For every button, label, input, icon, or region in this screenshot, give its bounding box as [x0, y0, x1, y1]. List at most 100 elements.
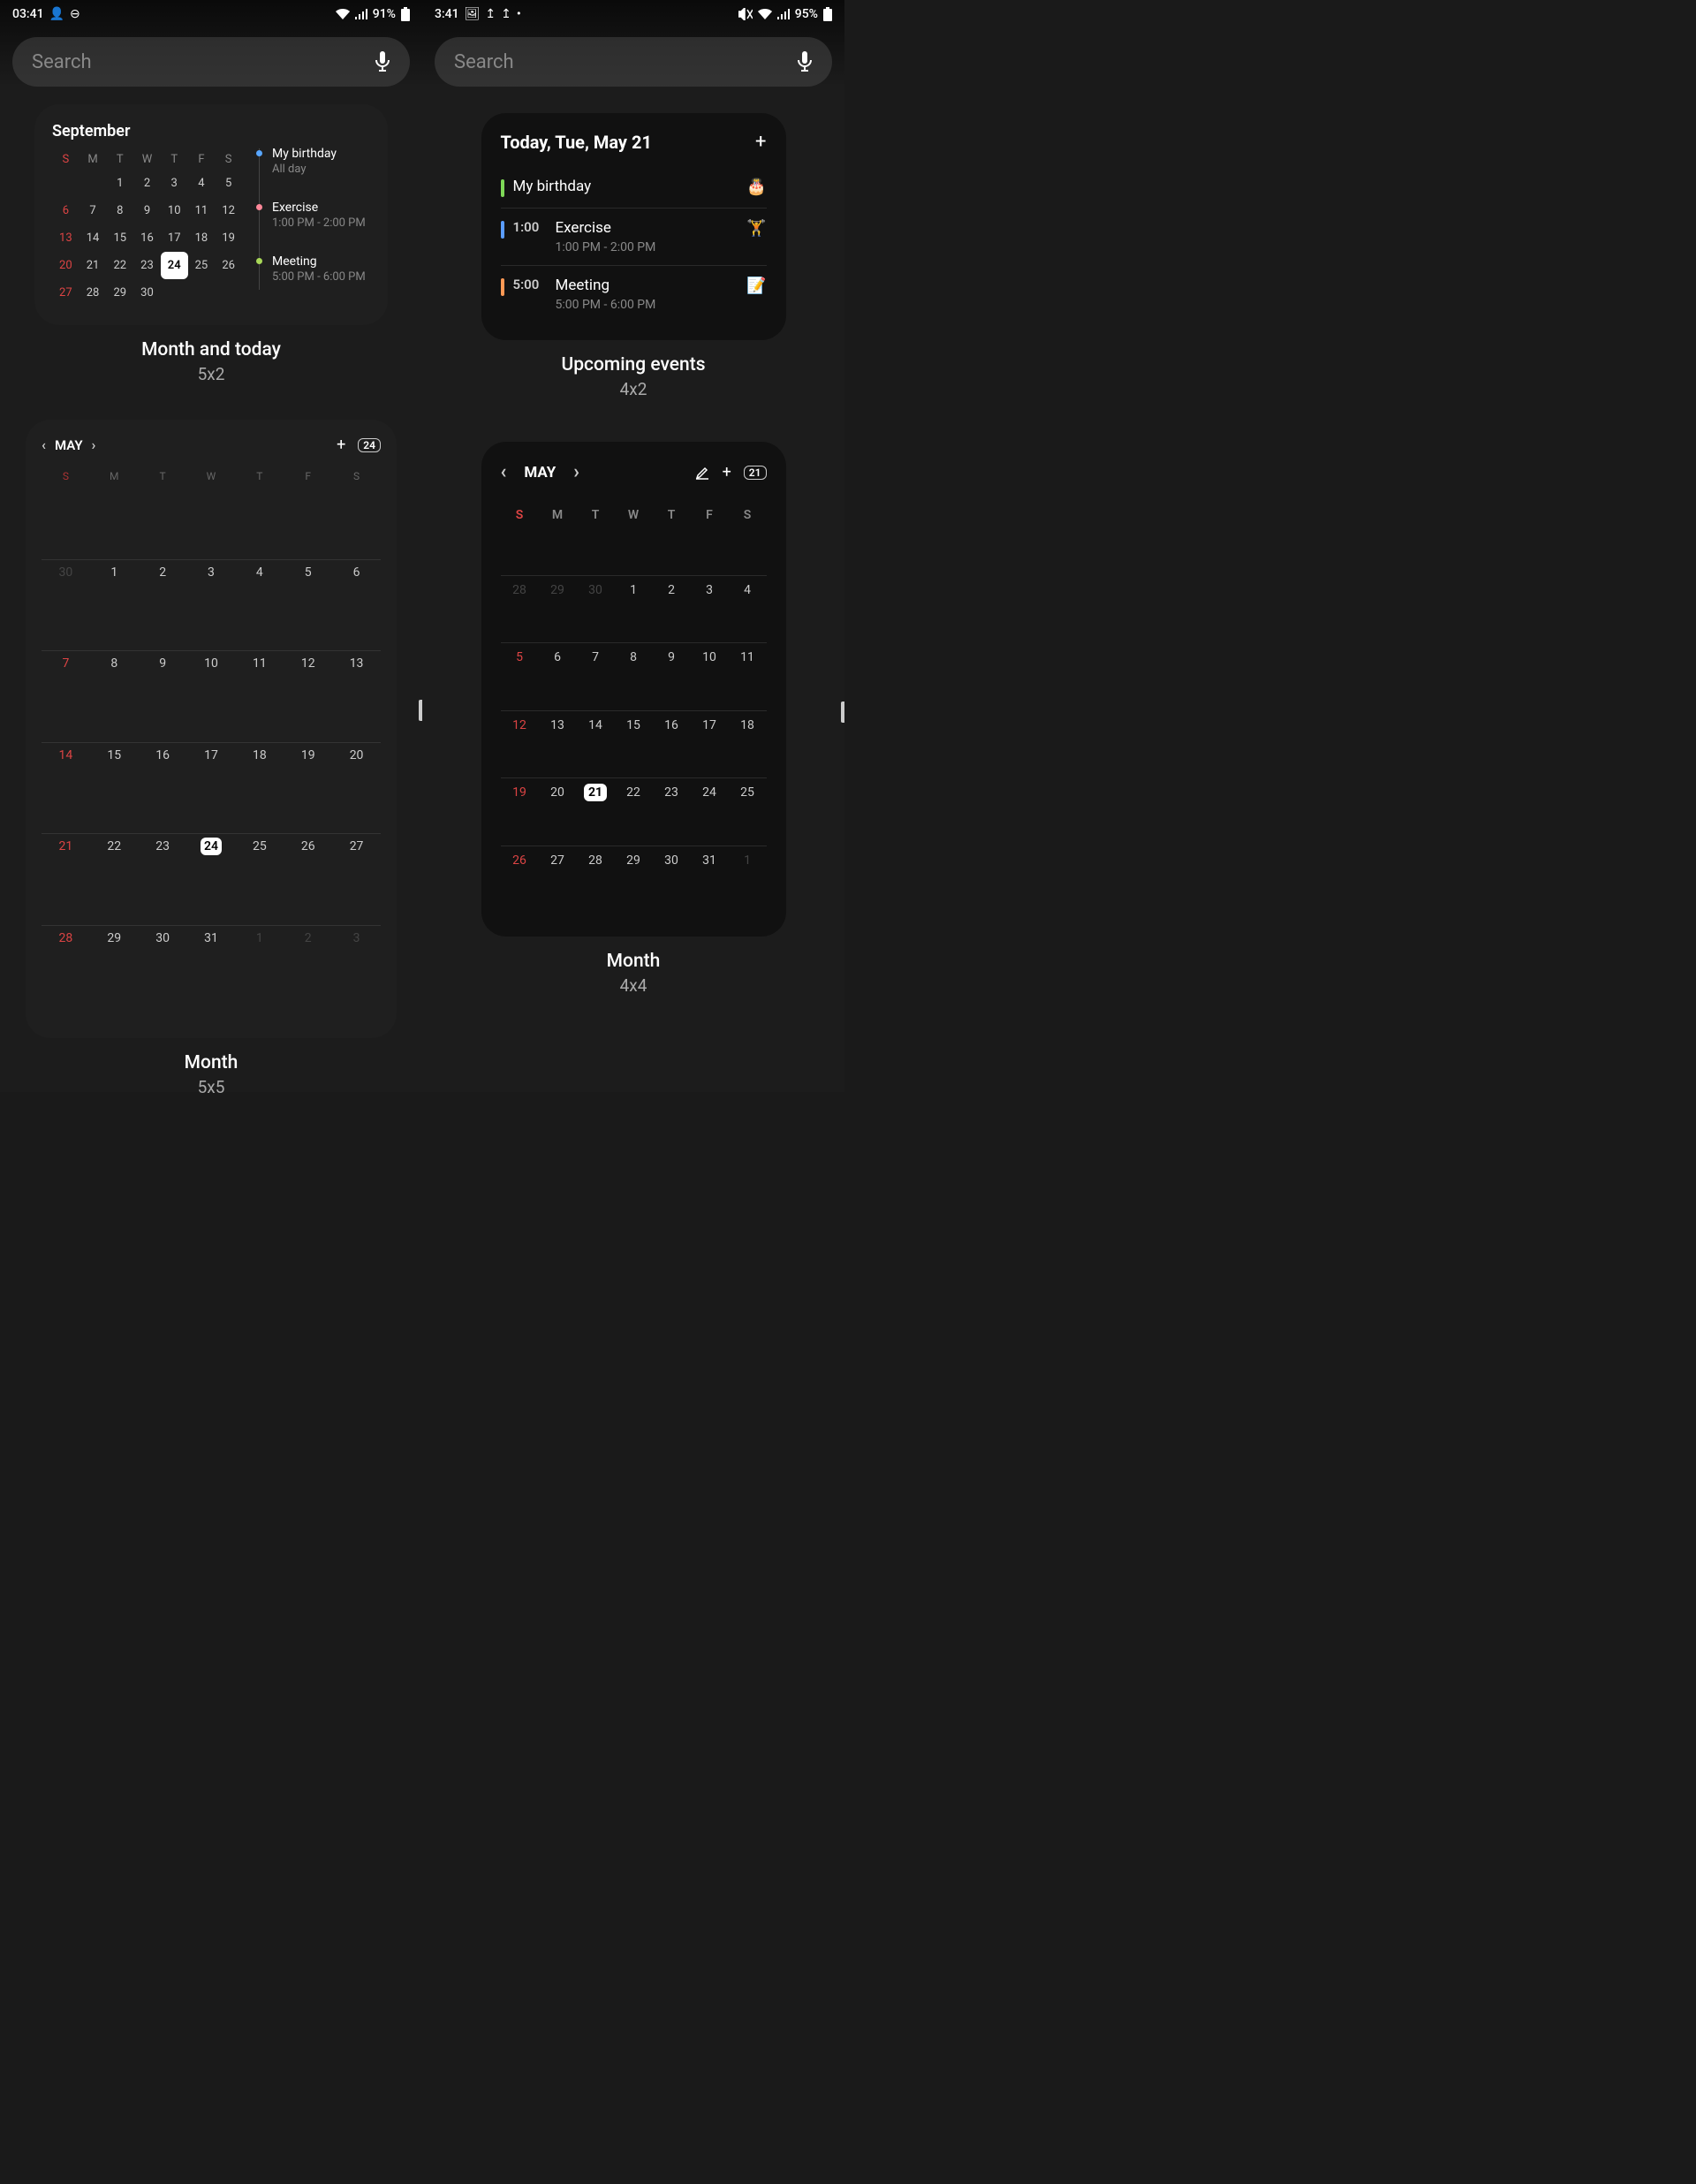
calendar-day[interactable]: 25 — [188, 252, 216, 279]
edit-icon[interactable] — [694, 465, 710, 481]
calendar-day[interactable]: 6 — [52, 197, 80, 224]
calendar-day[interactable]: 14 — [577, 710, 615, 778]
calendar-day[interactable]: 17 — [691, 710, 729, 778]
calendar-day[interactable]: 24 — [691, 777, 729, 846]
plus-icon[interactable]: + — [755, 131, 766, 153]
calendar-day[interactable]: 2 — [284, 925, 332, 1017]
calendar-day[interactable]: 6 — [332, 559, 381, 651]
calendar-day[interactable]: 7 — [80, 197, 107, 224]
calendar-day[interactable]: 5 — [215, 170, 242, 197]
mic-icon[interactable] — [375, 51, 390, 72]
chevron-right-icon[interactable]: › — [92, 436, 96, 453]
event-item[interactable]: My birthday🎂 — [501, 167, 767, 209]
calendar-day[interactable]: 15 — [90, 742, 139, 834]
calendar-day[interactable]: 4 — [235, 559, 284, 651]
calendar-day[interactable]: 27 — [539, 846, 577, 914]
chevron-left-icon[interactable]: ‹ — [501, 461, 507, 483]
event-item[interactable]: Meeting5:00 PM - 6:00 PM — [256, 254, 370, 284]
calendar-day[interactable] — [52, 170, 80, 197]
calendar-day[interactable]: 29 — [106, 279, 133, 307]
calendar-day[interactable]: 9 — [139, 650, 187, 742]
calendar-day[interactable]: 10 — [161, 197, 188, 224]
calendar-day[interactable]: 18 — [729, 710, 767, 778]
calendar-day[interactable]: 28 — [42, 925, 90, 1017]
calendar-day[interactable]: 5 — [501, 642, 539, 710]
today-chip[interactable]: 21 — [744, 466, 767, 480]
calendar-day[interactable]: 28 — [501, 575, 539, 643]
calendar-day[interactable]: 28 — [80, 279, 107, 307]
calendar-day[interactable]: 3 — [187, 559, 236, 651]
calendar-day[interactable] — [215, 279, 242, 307]
calendar-day[interactable]: 17 — [187, 742, 236, 834]
calendar-day[interactable]: 29 — [539, 575, 577, 643]
calendar-day[interactable] — [188, 279, 216, 307]
calendar-day[interactable]: 31 — [691, 846, 729, 914]
search-bar[interactable]: Search — [12, 37, 410, 87]
calendar-day[interactable]: 8 — [106, 197, 133, 224]
calendar-day[interactable]: 22 — [106, 252, 133, 279]
calendar-day[interactable]: 22 — [615, 777, 653, 846]
calendar-day[interactable]: 12 — [284, 650, 332, 742]
calendar-day[interactable]: 13 — [332, 650, 381, 742]
today-chip[interactable]: 24 — [358, 438, 381, 452]
calendar-day[interactable]: 11 — [188, 197, 216, 224]
widget-month-4x4[interactable]: ‹ MAY › + 21 SMTWTFS28293012345678910111… — [481, 442, 786, 937]
calendar-day[interactable]: 31 — [187, 925, 236, 1017]
event-item[interactable]: 1:00Exercise1:00 PM - 2:00 PM🏋️ — [501, 209, 767, 266]
calendar-day[interactable]: 9 — [133, 197, 161, 224]
mic-icon[interactable] — [797, 51, 813, 72]
calendar-day[interactable]: 27 — [52, 279, 80, 307]
calendar-day[interactable]: 21 — [80, 252, 107, 279]
calendar-day[interactable]: 1 — [90, 559, 139, 651]
calendar-day[interactable]: 7 — [577, 642, 615, 710]
calendar-day[interactable]: 1 — [106, 170, 133, 197]
calendar-day[interactable]: 30 — [42, 559, 90, 651]
widget-upcoming-events[interactable]: Today, Tue, May 21 + My birthday🎂1:00Exe… — [481, 113, 786, 340]
plus-icon[interactable]: + — [723, 463, 731, 482]
calendar-day[interactable]: 19 — [284, 742, 332, 834]
calendar-day[interactable] — [80, 170, 107, 197]
calendar-day[interactable]: 7 — [42, 650, 90, 742]
calendar-day[interactable]: 13 — [539, 710, 577, 778]
calendar-day[interactable]: 3 — [691, 575, 729, 643]
calendar-day[interactable]: 17 — [161, 224, 188, 252]
calendar-day[interactable]: 23 — [653, 777, 691, 846]
calendar-day[interactable]: 1 — [235, 925, 284, 1017]
event-item[interactable]: My birthdayAll day — [256, 147, 370, 176]
calendar-day[interactable]: 5 — [284, 559, 332, 651]
calendar-day[interactable]: 15 — [615, 710, 653, 778]
calendar-day[interactable]: 15 — [106, 224, 133, 252]
calendar-day[interactable]: 24 — [161, 252, 188, 279]
calendar-day[interactable]: 27 — [332, 833, 381, 925]
calendar-day[interactable]: 28 — [577, 846, 615, 914]
calendar-day[interactable]: 19 — [215, 224, 242, 252]
calendar-day[interactable]: 11 — [729, 642, 767, 710]
calendar-day[interactable]: 18 — [188, 224, 216, 252]
calendar-day[interactable]: 2 — [139, 559, 187, 651]
calendar-day[interactable]: 3 — [332, 925, 381, 1017]
calendar-day[interactable]: 8 — [615, 642, 653, 710]
calendar-day[interactable]: 25 — [235, 833, 284, 925]
calendar-day[interactable]: 29 — [615, 846, 653, 914]
calendar-day[interactable]: 13 — [52, 224, 80, 252]
calendar-day[interactable]: 12 — [501, 710, 539, 778]
calendar-day[interactable]: 24 — [187, 833, 236, 925]
plus-icon[interactable]: + — [337, 436, 345, 454]
calendar-day[interactable]: 20 — [539, 777, 577, 846]
calendar-day[interactable]: 8 — [90, 650, 139, 742]
calendar-day[interactable]: 29 — [90, 925, 139, 1017]
chevron-right-icon[interactable]: › — [573, 461, 579, 483]
calendar-day[interactable]: 30 — [139, 925, 187, 1017]
calendar-day[interactable]: 14 — [80, 224, 107, 252]
calendar-day[interactable]: 1 — [615, 575, 653, 643]
calendar-day[interactable]: 23 — [133, 252, 161, 279]
calendar-day[interactable]: 1 — [729, 846, 767, 914]
calendar-day[interactable]: 4 — [188, 170, 216, 197]
calendar-day[interactable]: 22 — [90, 833, 139, 925]
calendar-day[interactable]: 30 — [653, 846, 691, 914]
calendar-day[interactable]: 30 — [133, 279, 161, 307]
calendar-day[interactable]: 30 — [577, 575, 615, 643]
calendar-day[interactable]: 4 — [729, 575, 767, 643]
calendar-day[interactable]: 19 — [501, 777, 539, 846]
event-item[interactable]: 5:00Meeting5:00 PM - 6:00 PM📝 — [501, 266, 767, 322]
